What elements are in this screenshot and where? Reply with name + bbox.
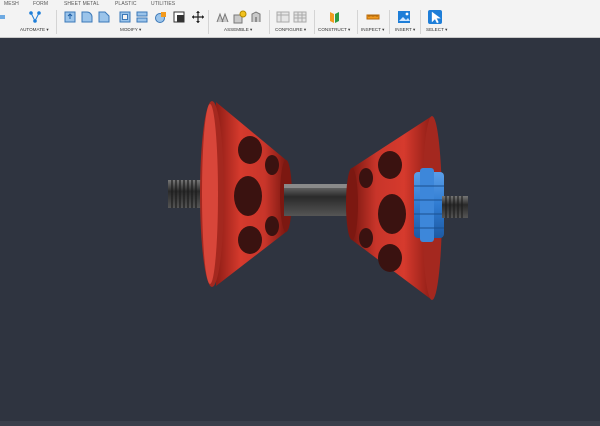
joint-button[interactable] (233, 10, 247, 24)
3d-viewport[interactable] (0, 38, 600, 426)
group-select[interactable]: SELECT ▾ (426, 27, 447, 33)
right-threaded-shaft (442, 196, 468, 218)
measure-button[interactable] (366, 10, 380, 24)
toolbar-tools (0, 9, 600, 29)
toolbar-divider (56, 10, 57, 34)
group-construct[interactable]: CONSTRUCT ▾ (318, 27, 350, 33)
group-inspect[interactable]: INSPECT ▾ (361, 27, 384, 33)
shell-button[interactable] (118, 10, 132, 24)
fillet-icon (81, 11, 93, 23)
shell-icon (119, 11, 131, 23)
automate-button[interactable] (28, 10, 42, 24)
center-rod (284, 184, 350, 216)
spool-model[interactable] (0, 38, 600, 426)
split-body-button[interactable] (154, 10, 168, 24)
automate-icon (29, 11, 41, 23)
fillet-button[interactable] (80, 10, 94, 24)
group-automate[interactable]: AUTOMATE ▾ (20, 27, 49, 33)
tab-sheet-metal[interactable]: SHEET METAL (64, 1, 99, 7)
combine-icon (136, 11, 148, 23)
left-cone (200, 101, 292, 287)
combine-button[interactable] (135, 10, 149, 24)
press-pull-icon (64, 11, 76, 23)
group-configure[interactable]: CONFIGURE ▾ (275, 27, 306, 33)
construct-plane-icon (330, 12, 339, 23)
chamfer-button[interactable] (97, 10, 111, 24)
toolbar-divider (208, 10, 209, 34)
tab-utilities[interactable]: UTILITIES (151, 1, 175, 7)
toolbar-tabs: MESH FORM SHEET METAL PLASTIC UTILITIES (0, 0, 600, 9)
partial-tool-icon (0, 15, 5, 19)
insert-image-icon (398, 11, 410, 23)
scale-button[interactable] (172, 10, 186, 24)
tab-form[interactable]: FORM (33, 1, 48, 7)
configure-table-button[interactable] (276, 10, 290, 24)
partial-tool-button[interactable] (0, 10, 8, 24)
construct-plane-button[interactable] (327, 10, 341, 24)
toolbar-divider (314, 10, 315, 34)
blue-knob (414, 168, 444, 242)
chamfer-icon (98, 11, 110, 23)
group-insert[interactable]: INSERT ▾ (395, 27, 415, 33)
new-component-button[interactable] (216, 10, 230, 24)
press-pull-button[interactable] (63, 10, 77, 24)
scale-icon (173, 11, 185, 23)
group-modify[interactable]: MODIFY ▾ (120, 27, 141, 33)
measure-icon (366, 14, 380, 20)
configure-rules-icon (293, 11, 307, 23)
move-button[interactable] (191, 10, 205, 24)
configure-rules-button[interactable] (293, 10, 307, 24)
as-built-joint-button[interactable] (250, 10, 264, 24)
left-threaded-shaft (168, 180, 202, 208)
viewport-bottom-strip (0, 421, 600, 426)
joint-icon (233, 10, 247, 24)
as-built-joint-icon (251, 11, 261, 22)
group-assemble[interactable]: ASSEMBLE ▾ (224, 27, 252, 33)
design-toolbar: MESH FORM SHEET METAL PLASTIC UTILITIES (0, 0, 600, 38)
toolbar-divider (420, 10, 421, 34)
tab-plastic[interactable]: PLASTIC (115, 1, 137, 7)
insert-image-button[interactable] (397, 10, 411, 24)
toolbar-divider (389, 10, 390, 34)
toolbar-divider (269, 10, 270, 34)
select-button[interactable] (428, 10, 442, 24)
toolbar-divider (357, 10, 358, 34)
configure-table-icon (276, 11, 290, 23)
components-icon (216, 12, 229, 23)
split-body-icon (155, 12, 166, 23)
move-arrows-icon (192, 11, 204, 23)
select-cursor-icon (431, 11, 441, 24)
tab-mesh[interactable]: MESH (4, 1, 19, 7)
